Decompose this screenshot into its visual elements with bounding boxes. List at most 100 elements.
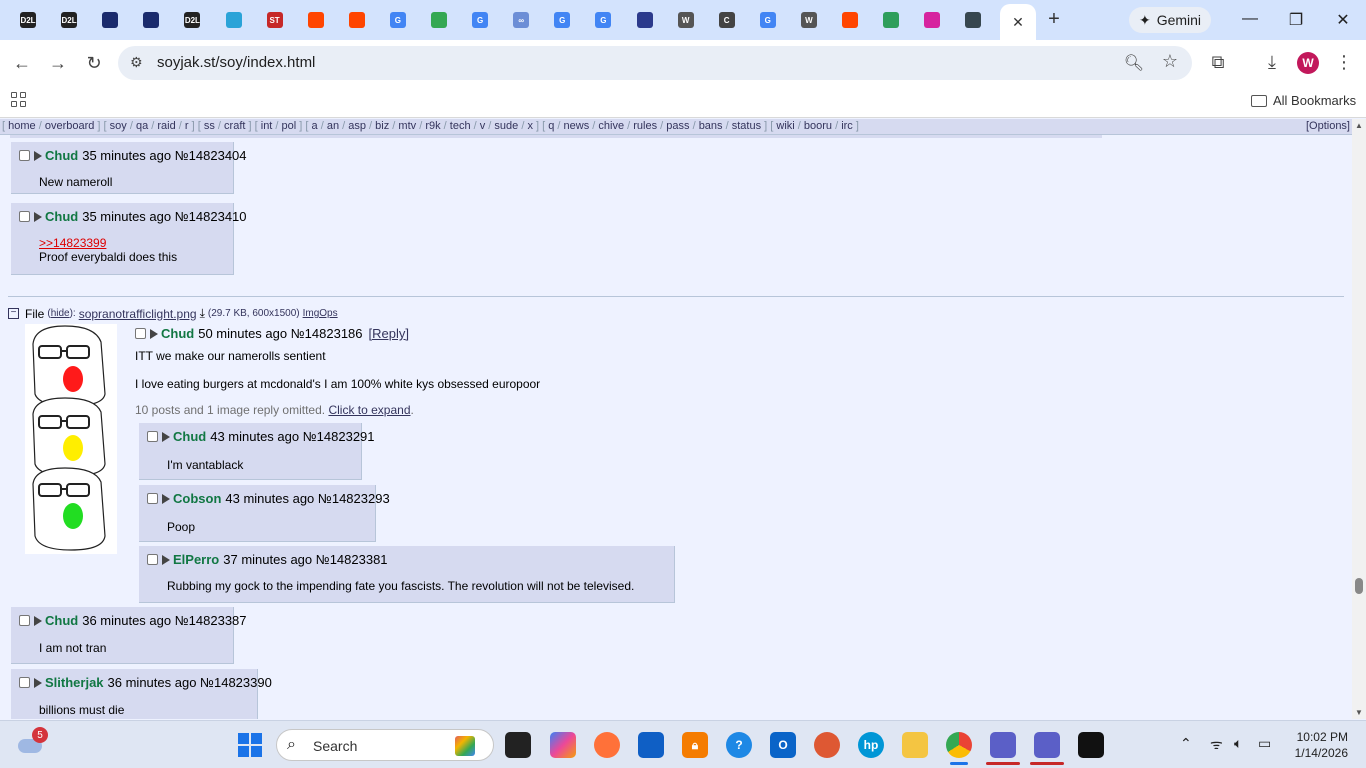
expand-link[interactable]: Click to expand [328, 403, 410, 417]
board-link-int[interactable]: int [261, 120, 273, 132]
post-meta[interactable]: 43 minutes ago №14823291 [210, 429, 374, 444]
teams-icon[interactable] [990, 732, 1016, 758]
tab-search-icon[interactable]: ⧉ [1207, 52, 1229, 73]
browser-tab[interactable]: G [463, 6, 497, 34]
browser-tab[interactable] [422, 6, 456, 34]
bookmark-star-icon[interactable]: ☆ [1162, 51, 1178, 72]
restore-icon[interactable]: ❐ [1286, 10, 1306, 30]
hide-file-link[interactable]: hide [51, 308, 70, 319]
browser-tab[interactable] [956, 6, 990, 34]
copilot-icon[interactable] [550, 732, 576, 758]
browser-tab[interactable]: C [710, 6, 744, 34]
quote-link[interactable]: >>14823399 [39, 236, 106, 250]
post-meta[interactable]: 37 minutes ago №14823381 [223, 552, 387, 567]
board-link-chive[interactable]: chive [598, 120, 624, 132]
board-link-qa[interactable]: qa [136, 120, 148, 132]
microsoft-store-icon[interactable] [638, 732, 664, 758]
post-checkbox[interactable] [147, 431, 158, 442]
post-checkbox[interactable] [19, 211, 30, 222]
browser-tab[interactable] [833, 6, 867, 34]
page-scrollbar[interactable]: ▲ ▼ [1352, 119, 1366, 719]
post-menu-triangle-icon[interactable] [34, 150, 42, 161]
board-link-rules[interactable]: rules [633, 120, 657, 132]
post-menu-triangle-icon[interactable] [162, 554, 170, 565]
roblox-icon[interactable] [1078, 732, 1104, 758]
browser-tab[interactable]: G [545, 6, 579, 34]
post-menu-triangle-icon[interactable] [162, 493, 170, 504]
scroll-down-icon[interactable]: ▼ [1355, 708, 1363, 717]
browser-tab[interactable]: W [669, 6, 703, 34]
browser-tab[interactable]: D2L [175, 6, 209, 34]
post-meta[interactable]: 35 minutes ago №14823404 [82, 148, 246, 163]
browser-tab[interactable]: D2L [11, 6, 45, 34]
board-link-wiki[interactable]: wiki [776, 120, 794, 132]
browser-tab[interactable] [93, 6, 127, 34]
board-link-home[interactable]: home [8, 120, 36, 132]
download-file-icon[interactable]: ⤓ [200, 306, 205, 321]
board-link-soy[interactable]: soy [110, 120, 127, 132]
post-checkbox[interactable] [147, 554, 158, 565]
board-link-status[interactable]: status [732, 120, 761, 132]
browser-tab[interactable] [134, 6, 168, 34]
browser-tab[interactable]: G [586, 6, 620, 34]
post-menu-triangle-icon[interactable] [162, 431, 170, 442]
hp-icon[interactable]: hp [858, 732, 884, 758]
browser-tab[interactable]: W [792, 6, 826, 34]
browser-tab[interactable] [340, 6, 374, 34]
post-menu-triangle-icon[interactable] [34, 677, 42, 688]
zoom-icon[interactable]: 🔍︎ [1124, 53, 1144, 73]
outlook-icon[interactable]: O [770, 732, 796, 758]
imgops-link[interactable]: ImgOps [303, 308, 338, 319]
gemini-button[interactable]: ✦ Gemini [1129, 7, 1211, 33]
close-window-icon[interactable]: ✕ [1333, 10, 1353, 30]
board-link-raid[interactable]: raid [157, 120, 175, 132]
download-icon[interactable]: ⤓ [1261, 52, 1283, 73]
board-link-an[interactable]: an [327, 120, 339, 132]
system-clock[interactable]: 10:02 PM 1/14/2026 [1288, 729, 1348, 761]
reload-icon[interactable]: ↻ [83, 52, 105, 74]
post-meta[interactable]: 35 minutes ago №14823410 [82, 209, 246, 224]
profile-avatar[interactable]: W [1297, 52, 1319, 74]
board-link-asp[interactable]: asp [348, 120, 366, 132]
browser-tab[interactable]: ∞ [504, 6, 538, 34]
board-link-ss[interactable]: ss [204, 120, 215, 132]
collapse-thread-icon[interactable]: − [8, 308, 19, 319]
browser-tab[interactable]: D2L [52, 6, 86, 34]
board-link-bans[interactable]: bans [699, 120, 723, 132]
battery-icon[interactable]: ▭ [1258, 735, 1271, 752]
taskbar-search[interactable]: ⌕ Search [276, 729, 494, 761]
board-link-pass[interactable]: pass [666, 120, 689, 132]
close-tab-icon[interactable]: ✕ [1012, 14, 1024, 31]
volume-icon[interactable]: 🔈︎ [1234, 735, 1242, 752]
scrollbar-thumb[interactable] [1355, 578, 1363, 594]
options-link[interactable]: [Options] [1306, 119, 1350, 134]
help-icon[interactable]: ? [726, 732, 752, 758]
browser-tab[interactable] [915, 6, 949, 34]
board-link-sude[interactable]: sude [494, 120, 518, 132]
board-link-biz[interactable]: biz [375, 120, 389, 132]
board-link-news[interactable]: news [564, 120, 590, 132]
show-hidden-icons-chevron-icon[interactable]: ⌃ [1180, 735, 1192, 752]
duckduckgo-icon[interactable] [814, 732, 840, 758]
all-bookmarks-button[interactable]: All Bookmarks [1251, 93, 1356, 108]
file-name-link[interactable]: sopranotrafficlight.png [79, 307, 197, 321]
forward-arrow-icon[interactable]: → [47, 52, 69, 74]
post-checkbox[interactable] [135, 328, 146, 339]
board-link-pol[interactable]: pol [282, 120, 297, 132]
browser-tab[interactable]: ST [258, 6, 292, 34]
board-link-craft[interactable]: craft [224, 120, 245, 132]
post-checkbox[interactable] [147, 493, 158, 504]
post-meta[interactable]: 50 minutes ago №14823186 [198, 326, 362, 341]
post-checkbox[interactable] [19, 615, 30, 626]
post-menu-triangle-icon[interactable] [34, 615, 42, 626]
lock-app-icon[interactable]: 🔒︎ [682, 732, 708, 758]
apps-grid-icon[interactable] [11, 92, 29, 110]
reply-link[interactable]: [Reply] [369, 326, 409, 341]
weather-widget[interactable]: 5 [18, 727, 48, 753]
url-text[interactable]: soyjak.st/soy/index.html [157, 54, 315, 71]
task-view-icon[interactable] [505, 732, 531, 758]
browser-tab[interactable] [299, 6, 333, 34]
board-link-booru[interactable]: booru [804, 120, 832, 132]
chrome-icon[interactable] [946, 732, 972, 758]
post-meta[interactable]: 36 minutes ago №14823390 [108, 675, 272, 690]
